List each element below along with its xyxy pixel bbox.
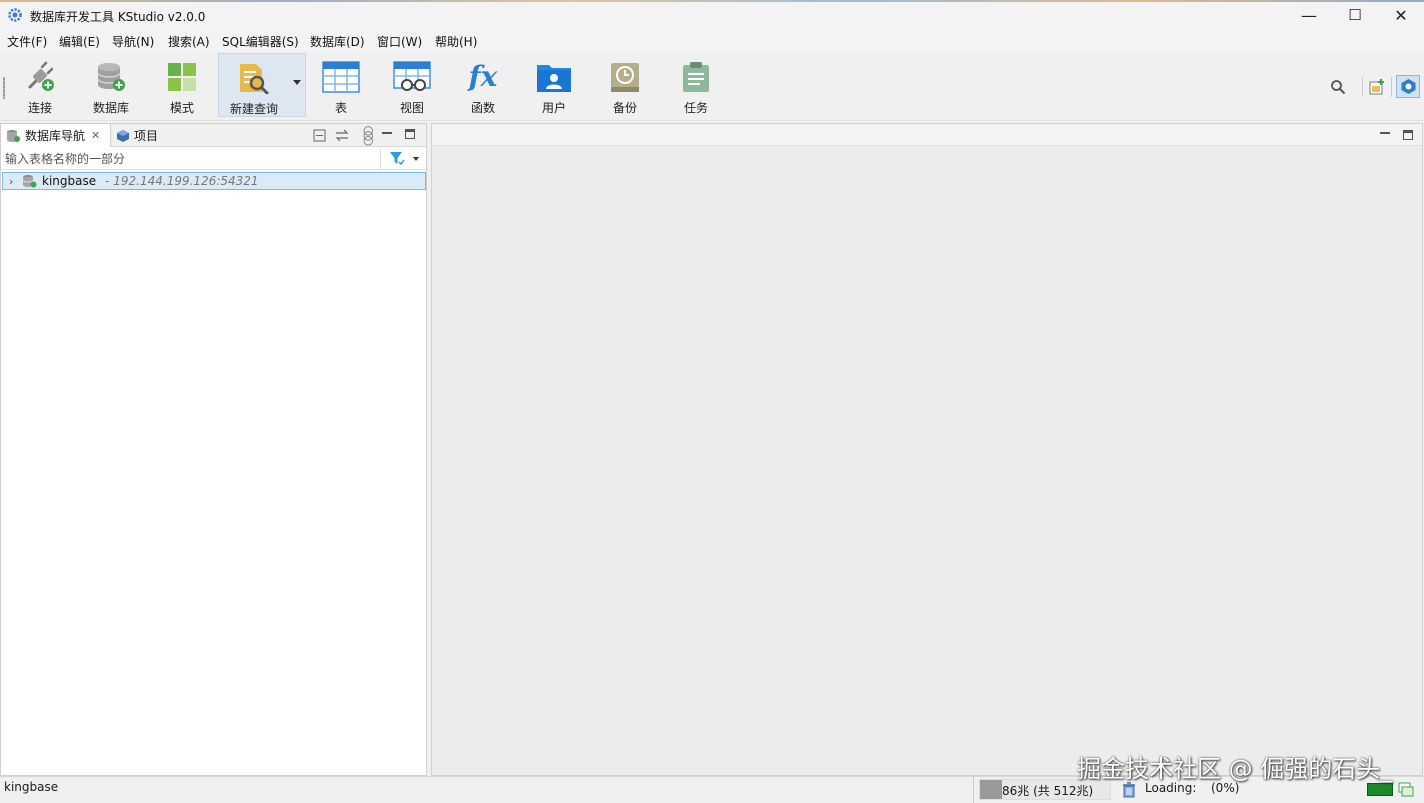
menu-window[interactable]: 窗口(W)	[377, 33, 422, 50]
table-filter-row	[1, 148, 426, 170]
status-divider	[973, 777, 974, 803]
title-bar: 数据库开发工具 KStudio v2.0.0 — ☐ ✕	[0, 0, 1424, 30]
link-with-editor-icon[interactable]	[335, 129, 349, 142]
menu-edit[interactable]: 编辑(E)	[59, 33, 100, 50]
editor-minimize-icon[interactable]	[1380, 132, 1390, 134]
tree-node-kingbase[interactable]: › kingbase - 192.144.199.126:54321	[2, 172, 426, 190]
database-icon	[97, 63, 125, 91]
collapse-all-icon[interactable]	[313, 129, 326, 142]
tree-node-host: - 192.144.199.126:54321	[105, 174, 259, 188]
maximize-view-icon[interactable]	[405, 129, 415, 139]
app-gear-icon	[8, 8, 22, 22]
minimize-view-icon[interactable]	[382, 132, 392, 134]
task-button[interactable]: 任务	[664, 53, 728, 117]
title-accent-strip	[0, 0, 1424, 2]
progress-view-icon[interactable]	[1398, 782, 1414, 797]
function-fx-icon: fx	[468, 60, 498, 93]
menu-database[interactable]: 数据库(D)	[310, 33, 365, 50]
tab-database-navigator[interactable]: 数据库导航 ✕	[1, 124, 111, 147]
tree-node-name: kingbase	[42, 174, 97, 188]
db-navigator-icon	[7, 129, 20, 142]
project-cube-icon	[117, 129, 129, 142]
new-query-button[interactable]: 新建查询	[218, 53, 306, 117]
toolbar-grip[interactable]	[3, 77, 5, 99]
maximize-button[interactable]: ☐	[1332, 0, 1378, 30]
menu-file[interactable]: 文件(F)	[7, 33, 47, 50]
menu-sql-editor[interactable]: SQL编辑器(S)	[222, 33, 299, 50]
filter-dropdown-icon[interactable]	[413, 157, 419, 161]
function-label: 函数	[470, 101, 495, 115]
toolbar-separator-2	[1391, 77, 1392, 97]
view-menu-icon[interactable]: ○ ○ ○	[363, 124, 373, 146]
editor-maximize-icon[interactable]	[1403, 130, 1413, 140]
heap-memory-text: 86兆 (共 512兆)	[1002, 784, 1094, 798]
backup-label: 备份	[612, 101, 637, 115]
search-icon[interactable]	[1330, 79, 1346, 95]
heap-memory-fill	[980, 780, 1003, 799]
tab-project-label: 项目	[134, 129, 159, 143]
tab-close-icon[interactable]: ✕	[91, 129, 100, 142]
filter-funnel-icon[interactable]	[389, 151, 405, 166]
tab-project[interactable]: 项目	[113, 124, 193, 147]
status-selection: kingbase	[4, 780, 59, 794]
menu-navigate[interactable]: 导航(N)	[112, 33, 154, 50]
editor-area-header	[432, 124, 1422, 146]
connect-label: 连接	[27, 101, 52, 115]
database-label: 数据库	[92, 101, 129, 115]
table-label: 表	[334, 101, 347, 115]
progress-indicator	[1367, 783, 1393, 796]
database-button[interactable]: 数据库	[79, 53, 143, 117]
backup-button[interactable]: 备份	[593, 53, 657, 117]
view-label: 视图	[399, 101, 424, 115]
table-filter-input[interactable]	[1, 149, 379, 169]
user-button[interactable]: 用户	[522, 53, 586, 117]
plug-icon	[28, 61, 54, 91]
user-label: 用户	[541, 101, 566, 115]
navigator-tabs: 数据库导航 ✕ 项目 ○ ○ ○	[1, 124, 426, 147]
database-perspective-icon	[1401, 79, 1416, 94]
menu-help[interactable]: 帮助(H)	[435, 33, 477, 50]
view-button[interactable]: 视图	[380, 53, 444, 117]
table-button[interactable]: 表	[309, 53, 373, 117]
new-query-label: 新建查询	[229, 102, 278, 116]
schema-label: 模式	[169, 101, 194, 115]
user-folder-icon	[537, 65, 571, 92]
query-sql-icon	[240, 64, 269, 94]
menu-bar: 文件(F) 编辑(E) 导航(N) 搜索(A) SQL编辑器(S) 数据库(D)…	[0, 30, 1424, 51]
expand-chevron-icon[interactable]: ›	[9, 175, 19, 188]
function-button[interactable]: fx 函数	[451, 53, 515, 117]
perspective-active-button[interactable]	[1396, 75, 1420, 98]
tab-database-navigator-label: 数据库导航	[25, 129, 86, 143]
close-button[interactable]: ✕	[1378, 0, 1424, 30]
schema-grid-icon	[168, 63, 196, 91]
view-glasses-icon	[393, 61, 431, 91]
main-toolbar: 连接 数据库 模式 新建查询 表 视图 fx 函数 用户 备份 任务	[0, 51, 1424, 121]
connection-db-icon	[22, 175, 37, 188]
garbage-collect-icon[interactable]	[1122, 782, 1136, 798]
watermark-text: 掘金技术社区 @ 倔强的石头_	[1077, 755, 1393, 783]
schema-button[interactable]: 模式	[150, 53, 214, 117]
task-clipboard-icon	[683, 62, 709, 92]
connect-button[interactable]: 连接	[8, 53, 72, 117]
open-perspective-icon[interactable]	[1369, 78, 1386, 95]
task-label: 任务	[683, 101, 708, 115]
minimize-button[interactable]: —	[1286, 0, 1332, 30]
menu-search[interactable]: 搜索(A)	[168, 33, 210, 50]
database-navigator-pane: 数据库导航 ✕ 项目 ○○○ ›	[0, 123, 427, 776]
filter-divider	[380, 148, 381, 170]
new-query-dropdown-icon[interactable]	[293, 80, 301, 85]
window-title: 数据库开发工具 KStudio v2.0.0	[30, 10, 206, 24]
editor-area	[431, 123, 1423, 776]
toolbar-separator	[1362, 77, 1363, 97]
backup-clock-icon	[611, 63, 639, 92]
table-icon	[322, 61, 360, 93]
